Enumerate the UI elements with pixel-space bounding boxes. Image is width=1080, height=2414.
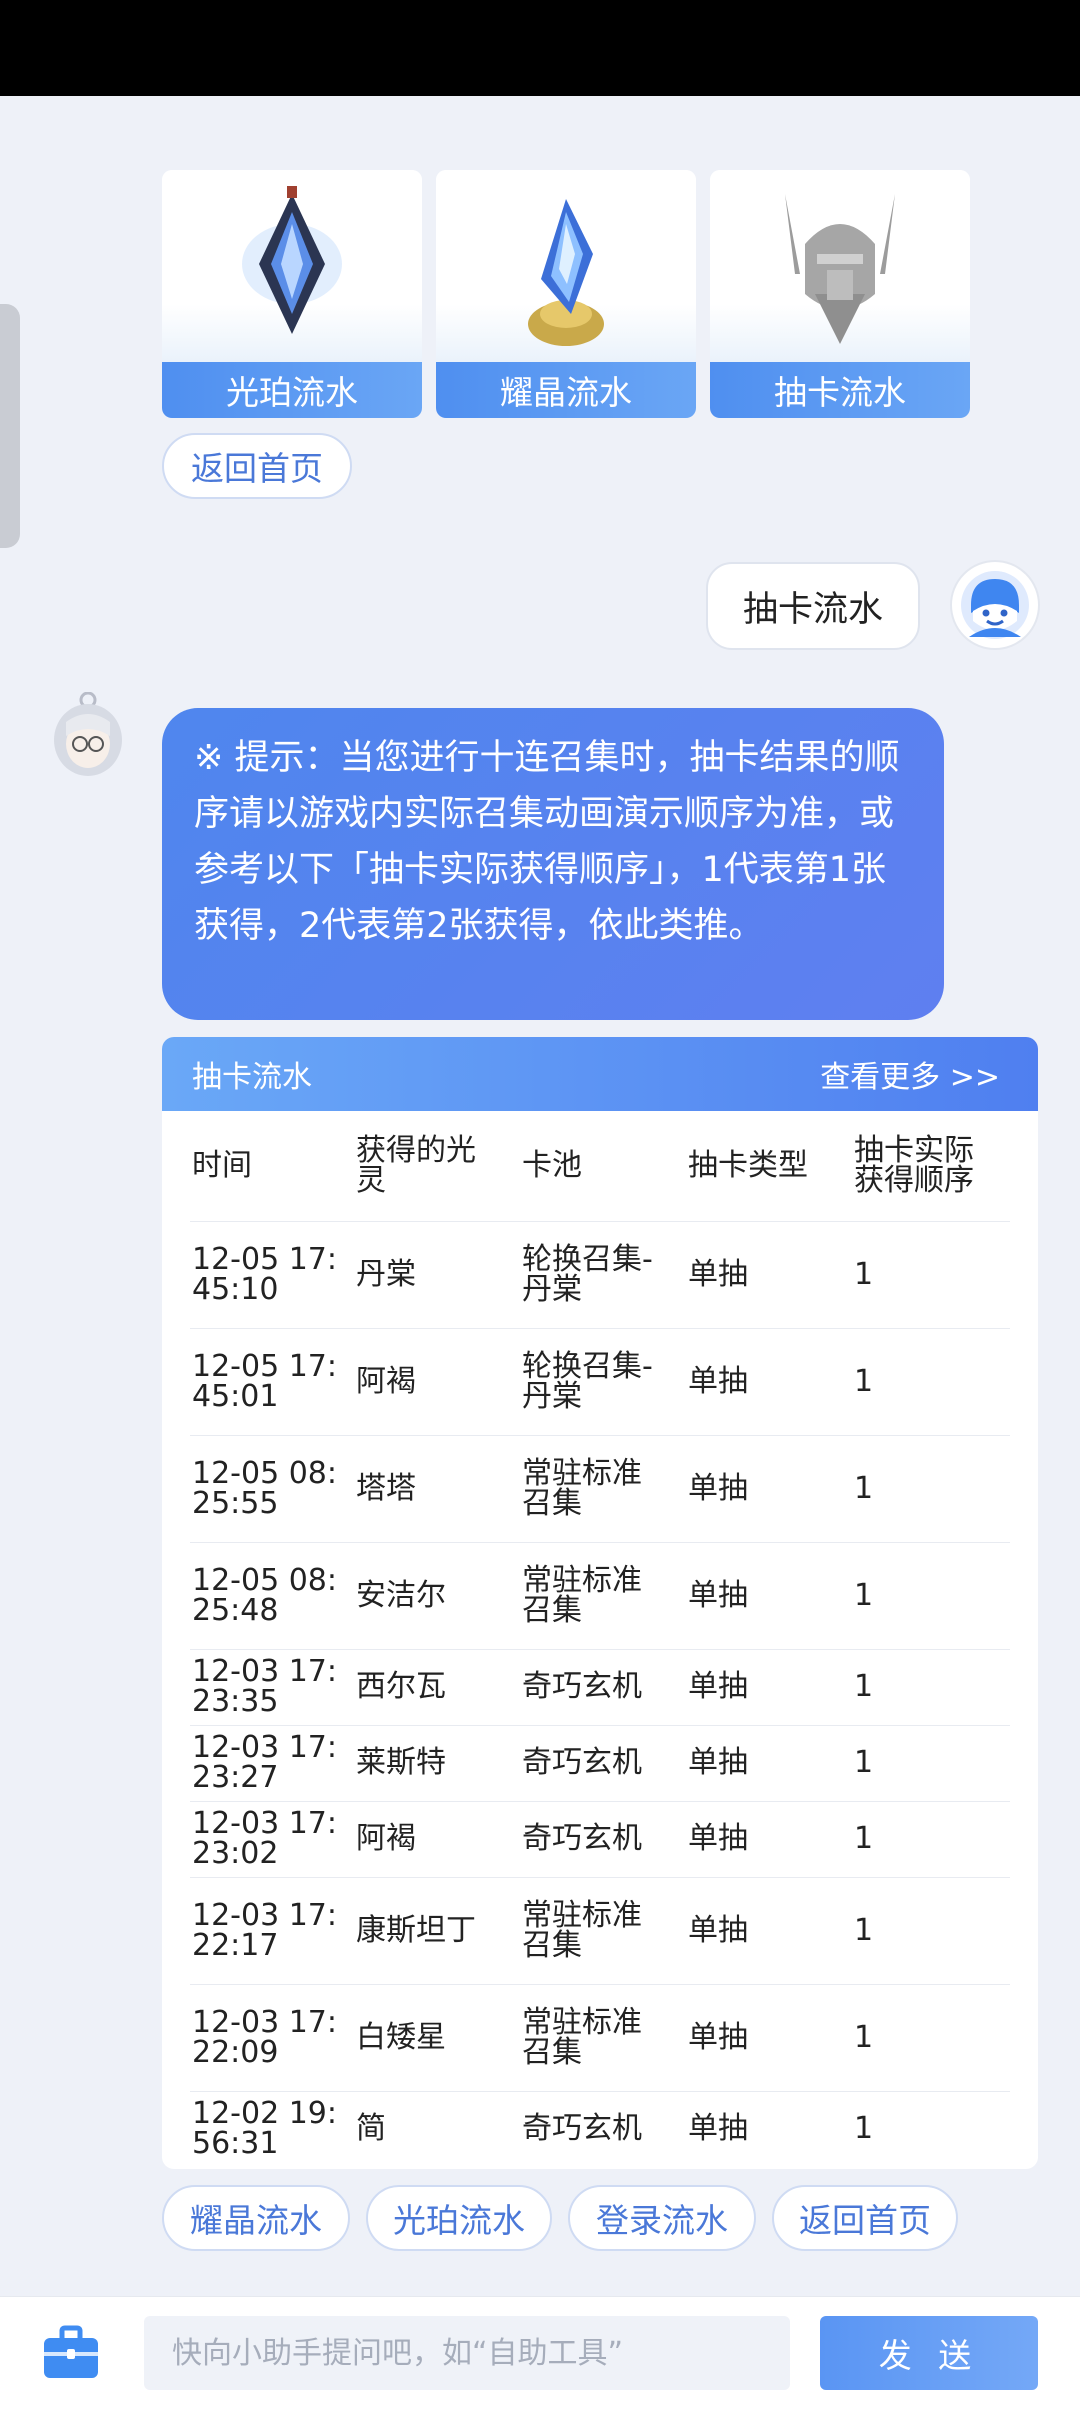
cell-order: 1: [852, 1435, 1010, 1543]
card-guangpo[interactable]: 光珀流水: [162, 170, 422, 418]
quick-cards: 光珀流水 耀晶流水 抽卡流水: [162, 170, 970, 418]
cell-time: 12-05 08:25:48: [190, 1542, 354, 1650]
cell-time: 12-03 17:23:02: [190, 1801, 354, 1878]
cell-character: 康斯坦丁: [354, 1877, 520, 1985]
cell-order: 1: [854, 2111, 874, 2147]
yaojing-record-button[interactable]: 耀晶流水: [162, 2185, 350, 2251]
cell-pool: 奇巧玄机: [520, 1725, 686, 1802]
cell-pool: 常驻标准召集: [520, 1984, 686, 2092]
cell-order: 1: [852, 1542, 1010, 1650]
table-row: 12-02 19:56:31 简 奇巧玄机 单抽 1: [190, 2091, 1010, 2167]
cell-order: 1: [852, 1877, 1010, 1985]
cell-time: 12-05 08:25:55: [190, 1435, 354, 1543]
user-message-bubble: 抽卡流水: [706, 562, 920, 650]
cell-pool: 奇巧玄机: [520, 1649, 686, 1726]
cell-time: 12-02 19:56:31: [192, 2096, 337, 2162]
cell-type: 单抽: [686, 1435, 852, 1543]
card-label: 耀晶流水: [436, 362, 696, 418]
cell-time: 12-03 17:23:35: [190, 1649, 354, 1726]
header-type: 抽卡类型: [686, 1111, 852, 1222]
cell-type: 单抽: [688, 2111, 748, 2147]
gacha-record-card: 抽卡流水 查看更多 >> 时间 获得的光灵 卡池 抽卡类型 抽卡实际获得顺序 1…: [162, 1037, 1038, 2169]
guangpo-record-button[interactable]: 光珀流水: [366, 2185, 552, 2251]
header-order: 抽卡实际获得顺序: [852, 1111, 1010, 1222]
card-label: 抽卡流水: [710, 362, 970, 418]
cell-pool: 常驻标准召集: [520, 1877, 686, 1985]
header-time: 时间: [190, 1111, 354, 1222]
cell-character: 简: [356, 2111, 386, 2147]
cell-type: 单抽: [686, 1328, 852, 1436]
cell-order: 1: [852, 1725, 1010, 1802]
assistant-avatar: [52, 691, 124, 778]
table-row: 12-05 08:25:48 安洁尔 常驻标准召集 单抽 1: [190, 1542, 1010, 1650]
cell-character: 白矮星: [354, 1984, 520, 2092]
cell-pool: 常驻标准召集: [520, 1435, 686, 1543]
cell-character: 丹棠: [354, 1221, 520, 1329]
back-home-button[interactable]: 返回首页: [772, 2185, 958, 2251]
cell-time: 12-05 17:45:10: [190, 1221, 354, 1329]
cell-character: 阿褐: [354, 1801, 520, 1878]
toolbox-icon[interactable]: [40, 2322, 102, 2384]
cell-character: 阿褐: [354, 1328, 520, 1436]
cell-pool: 常驻标准召集: [520, 1542, 686, 1650]
gacha-record-table: 时间 获得的光灵 卡池 抽卡类型 抽卡实际获得顺序 12-05 17:45:10…: [190, 1111, 1010, 2167]
question-input[interactable]: [144, 2316, 790, 2390]
smiley-avatar-icon: [961, 571, 1029, 639]
table-row: 12-03 17:22:09 白矮星 常驻标准召集 单抽 1: [190, 1984, 1010, 2092]
gacha-record-title: 抽卡流水: [192, 1060, 312, 1095]
card-chouka[interactable]: 抽卡流水: [710, 170, 970, 418]
cell-character: 西尔瓦: [354, 1649, 520, 1726]
status-bar: [0, 0, 1080, 96]
blue-crystal-gold-icon: [436, 170, 696, 362]
gacha-record-header: 抽卡流水 查看更多 >>: [162, 1037, 1038, 1111]
cell-type: 单抽: [686, 1801, 852, 1878]
table-row: 12-03 17:22:17 康斯坦丁 常驻标准召集 单抽 1: [190, 1877, 1010, 1985]
table-row: 12-05 17:45:01 阿褐 轮换召集-丹棠 单抽 1: [190, 1328, 1010, 1436]
cell-pool: 奇巧玄机: [522, 2111, 642, 2147]
cell-type: 单抽: [686, 1542, 852, 1650]
view-more-link[interactable]: 查看更多 >>: [820, 1052, 1000, 1096]
anime-girl-avatar-icon: [54, 691, 122, 776]
cell-type: 单抽: [686, 1221, 852, 1329]
cell-type: 单抽: [686, 1877, 852, 1985]
login-record-button[interactable]: 登录流水: [568, 2185, 756, 2251]
header-character: 获得的光灵: [354, 1111, 520, 1222]
cell-time: 12-03 17:23:27: [190, 1725, 354, 1802]
header-pool: 卡池: [520, 1111, 686, 1222]
table-row: 12-03 17:23:02 阿褐 奇巧玄机 单抽 1: [190, 1801, 1010, 1878]
card-yaojing[interactable]: 耀晶流水: [436, 170, 696, 418]
cell-character: 塔塔: [354, 1435, 520, 1543]
cell-pool: 轮换召集-丹棠: [520, 1328, 686, 1436]
cell-order: 1: [852, 1801, 1010, 1878]
assistant-tip-bubble: ※ 提示：当您进行十连召集时，抽卡结果的顺序请以游戏内实际召集动画演示顺序为准，…: [162, 708, 944, 1020]
send-button[interactable]: 发 送: [820, 2316, 1038, 2390]
knight-emblem-icon: [710, 170, 970, 362]
cell-type: 单抽: [686, 1725, 852, 1802]
side-drawer-handle[interactable]: [0, 304, 20, 548]
cell-time: 12-03 17:22:09: [190, 1984, 354, 2092]
table-row: 12-03 17:23:27 莱斯特 奇巧玄机 单抽 1: [190, 1725, 1010, 1802]
cell-order: 1: [852, 1328, 1010, 1436]
back-home-button[interactable]: 返回首页: [162, 433, 352, 499]
cell-type: 单抽: [686, 1649, 852, 1726]
table-row: 12-05 08:25:55 塔塔 常驻标准召集 单抽 1: [190, 1435, 1010, 1543]
cell-time: 12-03 17:22:17: [190, 1877, 354, 1985]
crystal-pendant-icon: [162, 170, 422, 362]
cell-order: 1: [852, 1649, 1010, 1726]
cell-type: 单抽: [686, 1984, 852, 2092]
user-avatar: [950, 560, 1040, 650]
cell-character: 莱斯特: [354, 1725, 520, 1802]
cell-character: 安洁尔: [354, 1542, 520, 1650]
quick-action-row: 耀晶流水 光珀流水 登录流水 返回首页: [162, 2185, 958, 2251]
cell-order: 1: [852, 1984, 1010, 2092]
cell-time: 12-05 17:45:01: [190, 1328, 354, 1436]
cell-pool: 轮换召集-丹棠: [520, 1221, 686, 1329]
cell-order: 1: [852, 1221, 1010, 1329]
cell-pool: 奇巧玄机: [520, 1801, 686, 1878]
table-row: 12-05 17:45:10 丹棠 轮换召集-丹棠 单抽 1: [190, 1221, 1010, 1329]
table-row: 12-03 17:23:35 西尔瓦 奇巧玄机 单抽 1: [190, 1649, 1010, 1726]
card-label: 光珀流水: [162, 362, 422, 418]
